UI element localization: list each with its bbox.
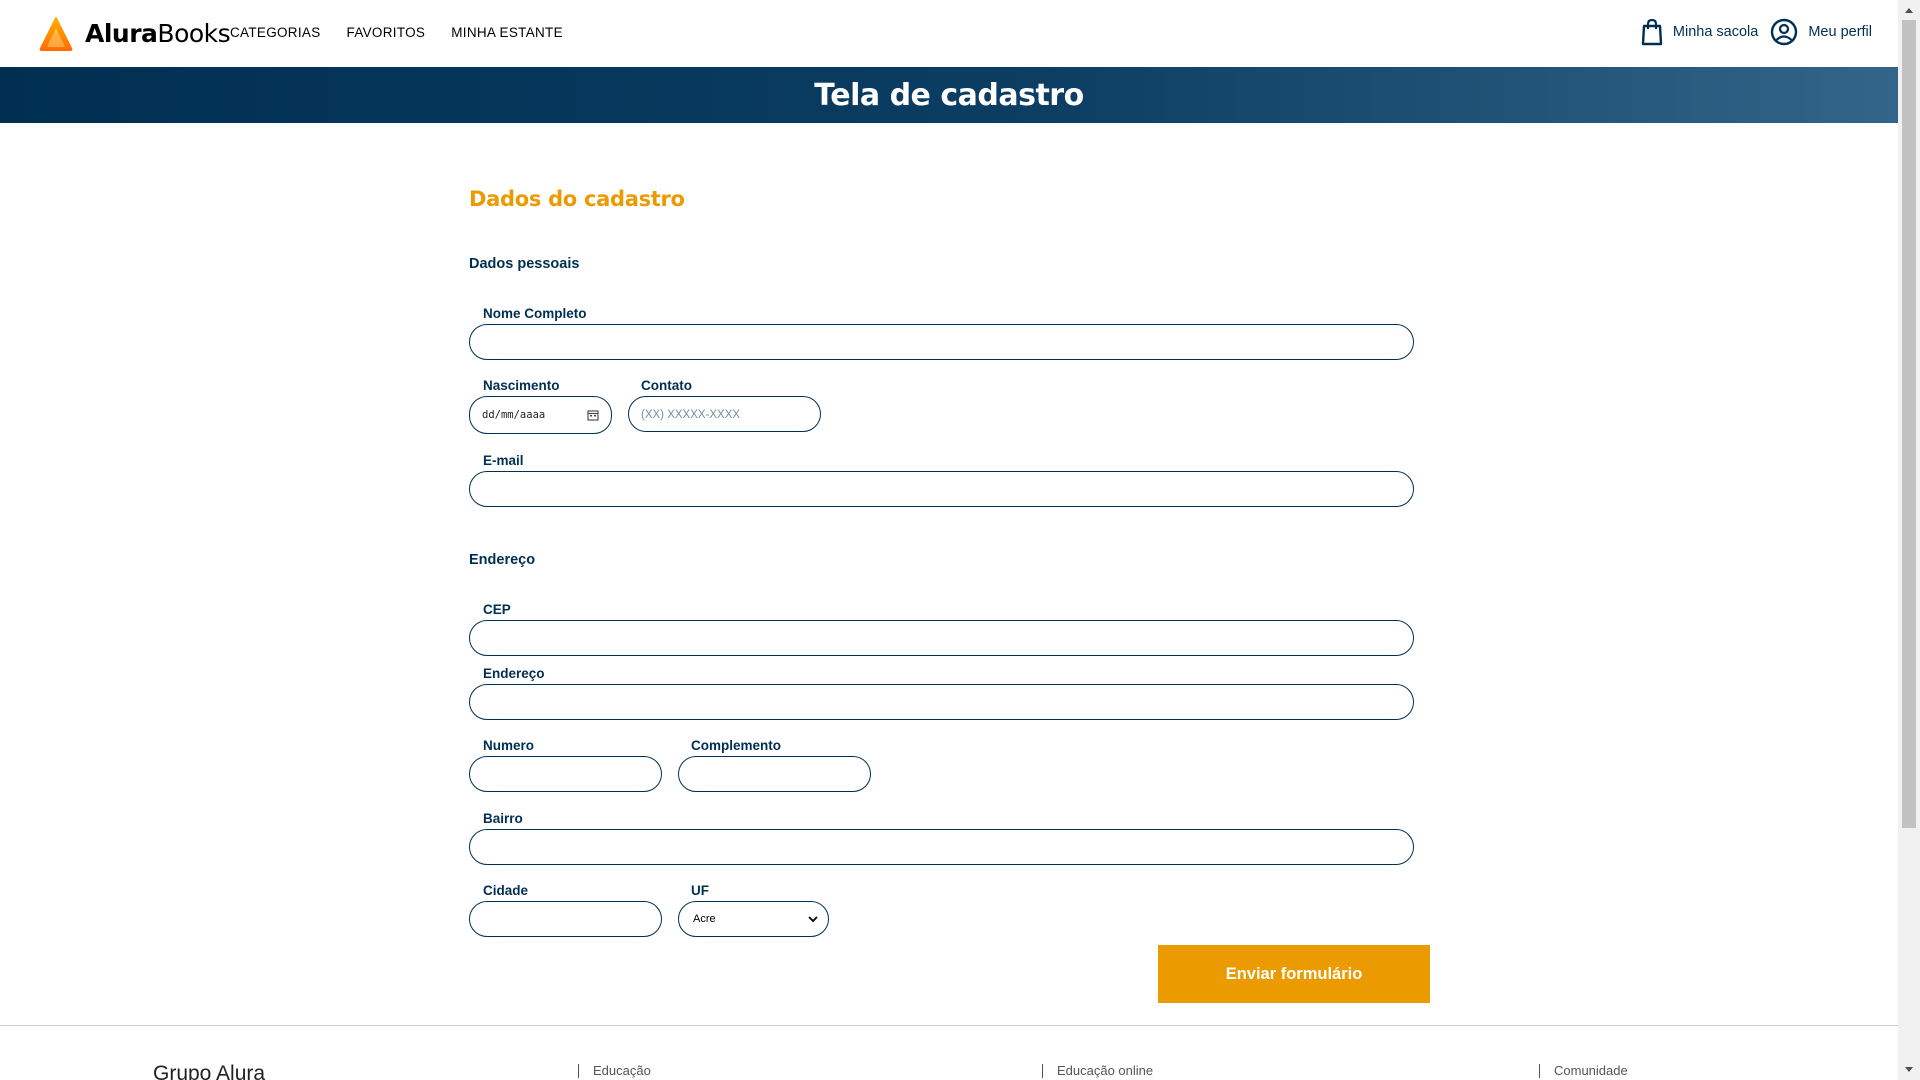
divider bbox=[578, 1063, 579, 1078]
bairro-input[interactable] bbox=[469, 829, 1414, 865]
shopping-bag-icon bbox=[1641, 18, 1663, 46]
main-nav: CATEGORIAS FAVORITOS MINHA ESTANTE bbox=[230, 25, 563, 40]
scroll-up-arrow-icon[interactable] bbox=[1898, 2, 1920, 18]
footer-divider bbox=[0, 1025, 1898, 1026]
complemento-input[interactable] bbox=[678, 756, 871, 792]
date-placeholder: dd/mm/aaaa bbox=[482, 409, 546, 421]
uf-selected-value: Acre bbox=[693, 913, 716, 925]
nome-label: Nome Completo bbox=[483, 306, 587, 321]
endereco-input[interactable] bbox=[469, 684, 1414, 720]
footer-brand: Grupo Alura bbox=[153, 1062, 266, 1080]
bag-label: Minha sacola bbox=[1672, 24, 1759, 40]
form-title: Dados do cadastro bbox=[469, 187, 685, 211]
page-scrollbar[interactable] bbox=[1898, 0, 1920, 1080]
footer-link-label: Educação bbox=[593, 1063, 651, 1078]
email-label: E-mail bbox=[483, 453, 524, 468]
footer-link-comunidade[interactable]: Comunidade bbox=[1539, 1063, 1628, 1078]
nav-categorias[interactable]: CATEGORIAS bbox=[230, 25, 321, 40]
scroll-down-arrow-icon[interactable] bbox=[1898, 1062, 1920, 1078]
calendar-icon[interactable] bbox=[587, 409, 599, 421]
submit-button[interactable]: Enviar formulário bbox=[1158, 945, 1430, 1003]
cidade-input[interactable] bbox=[469, 901, 662, 937]
footer-link-educacao-online[interactable]: Educação online bbox=[1042, 1063, 1153, 1078]
profile-button[interactable]: Meu perfil bbox=[1770, 18, 1872, 46]
nascimento-label: Nascimento bbox=[483, 378, 560, 393]
brand-name: AluraBooks bbox=[85, 18, 231, 48]
nascimento-input[interactable]: dd/mm/aaaa bbox=[469, 396, 612, 434]
complemento-label: Complemento bbox=[691, 738, 782, 753]
numero-input[interactable] bbox=[469, 756, 662, 792]
nav-favoritos[interactable]: FAVORITOS bbox=[347, 25, 426, 40]
divider bbox=[1042, 1063, 1043, 1078]
cidade-label: Cidade bbox=[483, 883, 529, 898]
page-title: Tela de cadastro bbox=[814, 77, 1084, 113]
cep-input[interactable] bbox=[469, 620, 1414, 656]
endereco-label: Endereço bbox=[483, 666, 545, 681]
bag-button[interactable]: Minha sacola bbox=[1641, 18, 1758, 46]
email-input[interactable] bbox=[469, 471, 1414, 507]
bairro-label: Bairro bbox=[483, 811, 523, 826]
cep-label: CEP bbox=[483, 602, 511, 617]
site-header: AluraBooks CATEGORIAS FAVORITOS MINHA ES… bbox=[0, 0, 1898, 67]
uf-select[interactable]: Acre bbox=[678, 901, 829, 937]
profile-label: Meu perfil bbox=[1808, 24, 1872, 40]
contato-label: Contato bbox=[641, 378, 692, 393]
nome-input[interactable] bbox=[469, 324, 1414, 360]
personal-section-title: Dados pessoais bbox=[469, 256, 580, 272]
contato-input[interactable] bbox=[628, 396, 821, 432]
page-banner: Tela de cadastro bbox=[0, 67, 1898, 123]
numero-label: Numero bbox=[483, 738, 535, 753]
divider bbox=[1539, 1063, 1540, 1078]
uf-label: UF bbox=[691, 883, 709, 898]
chevron-down-icon bbox=[808, 916, 818, 923]
footer-link-label: Educação online bbox=[1057, 1063, 1154, 1078]
brand-logo[interactable]: AluraBooks bbox=[38, 14, 231, 52]
footer-link-educacao[interactable]: Educação bbox=[578, 1063, 651, 1078]
footer-link-label: Comunidade bbox=[1554, 1063, 1628, 1078]
address-section-title: Endereço bbox=[469, 552, 536, 568]
scrollbar-thumb[interactable] bbox=[1902, 20, 1916, 828]
alura-logo-icon bbox=[39, 16, 73, 51]
header-actions: Minha sacola Meu perfil bbox=[1641, 18, 1872, 46]
nav-minha-estante[interactable]: MINHA ESTANTE bbox=[451, 25, 563, 40]
user-circle-icon bbox=[1771, 18, 1798, 46]
